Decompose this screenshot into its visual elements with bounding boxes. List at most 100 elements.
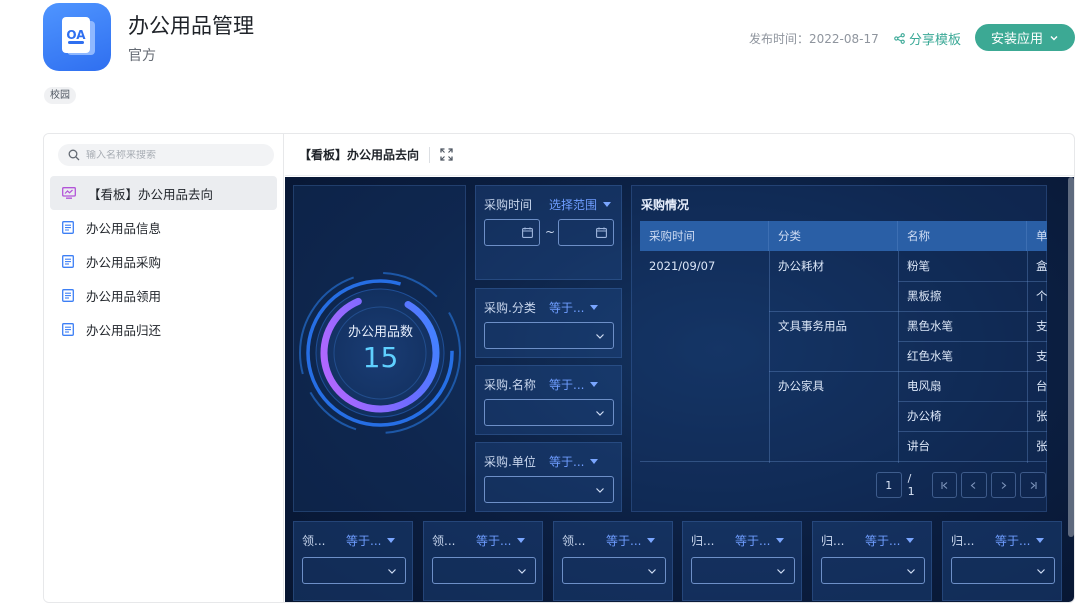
- table-cell-category: 办公家具: [778, 379, 824, 393]
- purchase-table-panel: 采购情况 采购时间 分类 名称 单 2021/09/07 办公耗材 文具事务用品…: [631, 185, 1047, 512]
- page-total: / 1: [907, 472, 915, 498]
- tab-bar: 【看板】办公用品去向: [285, 134, 1074, 176]
- filter-category: 采购.分类 等于...: [475, 288, 622, 358]
- value-dropdown[interactable]: [302, 557, 406, 584]
- value-dropdown[interactable]: [821, 557, 925, 584]
- operator-select[interactable]: 等于...: [735, 532, 785, 549]
- document-icon: [62, 322, 74, 336]
- column-header[interactable]: 采购时间: [640, 221, 769, 251]
- operator-select[interactable]: 等于...: [549, 453, 599, 470]
- dashboard-icon: [62, 187, 76, 199]
- table-cell-name: 粉笔: [907, 259, 930, 273]
- chevron-down-icon: [648, 568, 656, 574]
- range-select[interactable]: 选择范围: [549, 196, 612, 213]
- search-box[interactable]: [58, 144, 274, 166]
- filter-label: 领...: [302, 534, 326, 548]
- fullscreen-icon[interactable]: [440, 148, 453, 161]
- operator-select[interactable]: 等于...: [606, 532, 656, 549]
- chevron-down-icon: [596, 333, 604, 339]
- search-input[interactable]: [86, 149, 256, 161]
- table-cell-unit: 支: [1036, 319, 1047, 333]
- operator-label: 等于...: [606, 534, 642, 548]
- category-dropdown[interactable]: [484, 322, 614, 349]
- caret-down-icon: [590, 305, 599, 310]
- gauge-value: 15: [362, 341, 399, 374]
- sidebar-item-return[interactable]: 办公用品归还: [50, 312, 277, 346]
- document-icon: [62, 254, 74, 268]
- table-cell-date: 2021/09/07: [649, 259, 716, 273]
- sidebar-item-info[interactable]: 办公用品信息: [50, 210, 277, 244]
- category-tag[interactable]: 校园: [44, 87, 76, 104]
- operator-select[interactable]: 等于...: [549, 299, 599, 316]
- filter-claim-1: 领... 等于...: [293, 521, 413, 601]
- operator-select[interactable]: 等于...: [549, 376, 599, 393]
- filter-label: 领...: [432, 534, 456, 548]
- table-cell-name: 电风扇: [907, 379, 942, 393]
- last-page-button[interactable]: [1020, 472, 1047, 498]
- sidebar-nav: 【看板】办公用品去向 办公用品信息 办公用品采购 办公用品领用 办公用品归还: [50, 176, 277, 346]
- unit-dropdown[interactable]: [484, 476, 614, 503]
- caret-down-icon: [590, 382, 599, 387]
- column-header[interactable]: 单: [1027, 221, 1047, 251]
- caret-down-icon: [517, 538, 526, 543]
- first-page-button[interactable]: [931, 472, 958, 498]
- chevron-down-icon: [777, 568, 785, 574]
- value-dropdown[interactable]: [691, 557, 795, 584]
- dashboard-scrollbar[interactable]: [1068, 177, 1074, 537]
- sidebar-item-dashboard[interactable]: 【看板】办公用品去向: [50, 176, 277, 210]
- table-cell-unit: 支: [1036, 349, 1047, 363]
- caret-down-icon: [906, 538, 915, 543]
- table-header: 采购时间 分类 名称 单: [640, 221, 1047, 251]
- operator-select[interactable]: 等于...: [476, 532, 526, 549]
- operator-label: 等于...: [549, 301, 585, 315]
- filter-label: 采购.分类: [484, 301, 536, 315]
- search-icon: [68, 149, 80, 161]
- operator-select[interactable]: 等于...: [346, 532, 396, 549]
- name-dropdown[interactable]: [484, 399, 614, 426]
- value-dropdown[interactable]: [951, 557, 1055, 584]
- chevron-down-icon: [907, 568, 915, 574]
- share-icon: [894, 33, 905, 44]
- filter-unit: 采购.单位 等于...: [475, 442, 622, 512]
- end-date-input[interactable]: [558, 219, 614, 246]
- range-tilde: ~: [545, 225, 556, 239]
- filter-label: 采购时间: [484, 198, 533, 212]
- filter-label: 归...: [691, 534, 715, 548]
- share-template-link[interactable]: 分享模板: [894, 29, 961, 48]
- sidebar-item-claim[interactable]: 办公用品领用: [50, 278, 277, 312]
- document-icon: [62, 220, 74, 234]
- next-page-button[interactable]: [990, 472, 1017, 498]
- sidebar-item-purchase[interactable]: 办公用品采购: [50, 244, 277, 278]
- app-title: 办公用品管理: [128, 14, 254, 38]
- column-header[interactable]: 分类: [769, 221, 898, 251]
- calendar-icon: [522, 227, 533, 238]
- start-date-input[interactable]: [484, 219, 540, 246]
- app-subtitle: 官方: [128, 48, 156, 64]
- page-number-input[interactable]: 1: [876, 472, 902, 498]
- operator-label: 等于...: [476, 534, 512, 548]
- chevron-down-icon: [518, 568, 526, 574]
- install-app-button[interactable]: 安装应用: [975, 24, 1075, 51]
- filter-name: 采购.名称 等于...: [475, 365, 622, 435]
- operator-select[interactable]: 等于...: [865, 532, 915, 549]
- value-dropdown[interactable]: [562, 557, 666, 584]
- filter-claim-2: 领... 等于...: [423, 521, 543, 601]
- calendar-icon: [596, 227, 607, 238]
- column-header[interactable]: 名称: [898, 221, 1027, 251]
- sidebar-item-label: 办公用品归还: [86, 322, 162, 338]
- table-cell-unit: 盒: [1036, 259, 1047, 273]
- filter-label: 归...: [951, 534, 975, 548]
- operator-label: 等于...: [735, 534, 771, 548]
- prev-page-button[interactable]: [961, 472, 987, 498]
- table-grid-line: [769, 251, 770, 463]
- filter-label: 归...: [821, 534, 845, 548]
- table-cell-name: 黑色水笔: [907, 319, 953, 333]
- value-dropdown[interactable]: [432, 557, 536, 584]
- filter-label: 采购.名称: [484, 378, 536, 392]
- operator-select[interactable]: 等于...: [995, 532, 1045, 549]
- caret-down-icon: [776, 538, 785, 543]
- table-cell-name: 红色水笔: [907, 349, 953, 363]
- sidebar-item-label: 【看板】办公用品去向: [88, 186, 214, 202]
- filter-claim-3: 领... 等于...: [553, 521, 673, 601]
- gauge-label: 办公用品数: [347, 325, 413, 340]
